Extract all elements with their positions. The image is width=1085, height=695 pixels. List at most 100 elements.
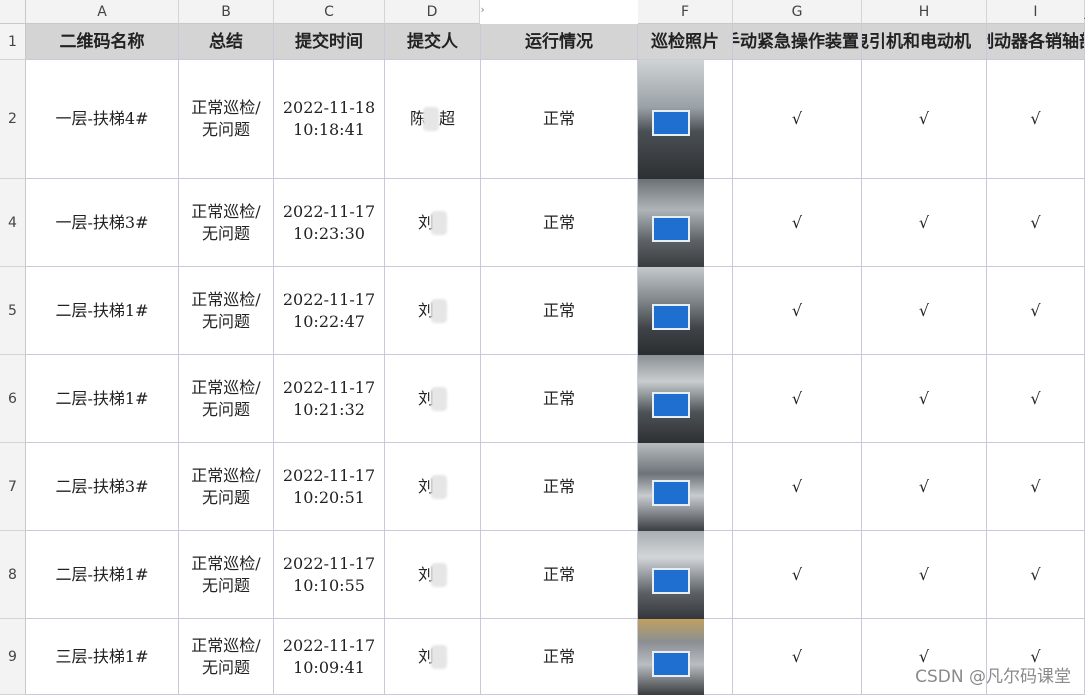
cell-check-traction[interactable]: √ xyxy=(862,179,987,267)
column-header-f[interactable]: F xyxy=(638,0,733,24)
cell-check-manual[interactable]: √ xyxy=(733,267,862,355)
cell-submit-time[interactable]: 2022-11-17 10:23:30 xyxy=(274,179,385,267)
cell-check-traction[interactable]: √ xyxy=(862,267,987,355)
cell-submit-time[interactable]: 2022-11-17 10:22:47 xyxy=(274,267,385,355)
row-header-4[interactable]: 4 xyxy=(0,179,26,267)
cell-check-brake[interactable]: √ xyxy=(987,355,1085,443)
cell-qr-name[interactable]: 三层-扶梯1# xyxy=(26,619,179,695)
inspection-photo[interactable] xyxy=(638,179,704,267)
cell-submitter[interactable]: 刘 xyxy=(385,355,481,443)
inspection-photo[interactable] xyxy=(638,60,704,179)
header-qr-name[interactable]: 二维码名称 xyxy=(26,24,179,60)
cell-check-brake[interactable]: √ xyxy=(987,443,1085,531)
row-header-5[interactable]: 5 xyxy=(0,267,26,355)
cell-check-manual[interactable]: √ xyxy=(733,619,862,695)
cell-summary[interactable]: 正常巡检/无问题 xyxy=(179,60,274,179)
redaction-blur xyxy=(431,644,447,669)
cell-check-manual[interactable]: √ xyxy=(733,179,862,267)
cell-check-traction[interactable]: √ xyxy=(862,443,987,531)
cell-summary[interactable]: 正常巡检/无问题 xyxy=(179,443,274,531)
cell-check-manual[interactable]: √ xyxy=(733,531,862,619)
inspection-photo[interactable] xyxy=(638,619,704,695)
cell-qr-name[interactable]: 一层-扶梯3# xyxy=(26,179,179,267)
qr-code-sign xyxy=(652,304,690,330)
row-header-8[interactable]: 8 xyxy=(0,531,26,619)
cell-qr-name[interactable]: 二层-扶梯3# xyxy=(26,443,179,531)
cell-photo-column xyxy=(704,619,733,695)
column-header-h[interactable]: H xyxy=(862,0,987,24)
column-header-d[interactable]: D xyxy=(385,0,480,24)
header-traction-motor[interactable]: 曳引机和电动机 xyxy=(862,24,987,60)
inspection-photo[interactable] xyxy=(638,355,704,443)
cell-check-traction[interactable]: √ xyxy=(862,531,987,619)
submit-time: 10:09:41 xyxy=(293,657,365,677)
cell-status[interactable]: 正常 xyxy=(481,531,638,619)
cell-summary[interactable]: 正常巡检/无问题 xyxy=(179,267,274,355)
row-header-1[interactable]: 1 xyxy=(0,24,26,60)
cell-status[interactable]: 正常 xyxy=(481,443,638,531)
cell-check-brake[interactable]: √ xyxy=(987,60,1085,179)
cell-check-manual[interactable]: √ xyxy=(733,443,862,531)
cell-check-manual[interactable]: √ xyxy=(733,355,862,443)
cell-submit-time[interactable]: 2022-11-18 10:18:41 xyxy=(274,60,385,179)
cell-submit-time[interactable]: 2022-11-17 10:10:55 xyxy=(274,531,385,619)
cell-check-traction[interactable]: √ xyxy=(862,60,987,179)
cell-photo-column xyxy=(704,267,733,355)
cell-status[interactable]: 正常 xyxy=(481,619,638,695)
cell-summary[interactable]: 正常巡检/无问题 xyxy=(179,179,274,267)
header-manual-emergency[interactable]: 手动紧急操作装置 xyxy=(733,24,862,60)
cell-submitter[interactable]: 刘 xyxy=(385,531,481,619)
submit-time: 10:21:32 xyxy=(293,399,365,419)
cell-status[interactable]: 正常 xyxy=(481,179,638,267)
cell-submitter[interactable]: 刘 xyxy=(385,179,481,267)
inspection-photo[interactable] xyxy=(638,267,704,355)
column-header-b[interactable]: B xyxy=(179,0,274,24)
cell-check-brake[interactable]: √ xyxy=(987,531,1085,619)
submit-time: 10:18:41 xyxy=(293,120,365,139)
cell-submit-time[interactable]: 2022-11-17 10:09:41 xyxy=(274,619,385,695)
inspection-photo[interactable] xyxy=(638,443,704,531)
cell-summary[interactable]: 正常巡检/无问题 xyxy=(179,531,274,619)
cell-check-brake[interactable]: √ xyxy=(987,179,1085,267)
cell-submitter[interactable]: 刘 xyxy=(385,267,481,355)
cell-check-traction[interactable]: √ xyxy=(862,355,987,443)
header-photo[interactable]: 巡检照片 xyxy=(638,24,733,60)
cell-photo-column xyxy=(704,443,733,531)
qr-code-sign xyxy=(652,110,690,136)
cell-qr-name[interactable]: 二层-扶梯1# xyxy=(26,267,179,355)
cell-submit-time[interactable]: 2022-11-17 10:20:51 xyxy=(274,443,385,531)
row-header-2[interactable]: 2 xyxy=(0,60,26,179)
cell-submitter[interactable]: 刘 xyxy=(385,619,481,695)
header-submitter[interactable]: 提交人 xyxy=(385,24,481,60)
row-header-7[interactable]: 7 xyxy=(0,443,26,531)
cell-qr-name[interactable]: 一层-扶梯4# xyxy=(26,60,179,179)
cell-status[interactable]: 正常 xyxy=(481,60,638,179)
column-header-c[interactable]: C xyxy=(274,0,385,24)
column-header-g[interactable]: G xyxy=(733,0,862,24)
cell-submit-time[interactable]: 2022-11-17 10:21:32 xyxy=(274,355,385,443)
select-all-corner[interactable] xyxy=(0,0,26,24)
row-header-9[interactable]: 9 xyxy=(0,619,26,695)
cell-photo-column xyxy=(704,355,733,443)
cell-status[interactable]: 正常 xyxy=(481,267,638,355)
row-header-6[interactable]: 6 xyxy=(0,355,26,443)
redaction-blur xyxy=(431,474,447,499)
cell-summary[interactable]: 正常巡检/无问题 xyxy=(179,355,274,443)
redaction-blur xyxy=(431,562,447,587)
cell-qr-name[interactable]: 二层-扶梯1# xyxy=(26,531,179,619)
header-brake-pins[interactable]: 制动器各销轴部 xyxy=(987,24,1085,60)
redaction-blur xyxy=(431,386,447,411)
header-summary[interactable]: 总结 xyxy=(179,24,274,60)
cell-check-manual[interactable]: √ xyxy=(733,60,862,179)
column-header-i[interactable]: I xyxy=(987,0,1085,24)
cell-status[interactable]: 正常 xyxy=(481,355,638,443)
cell-submitter[interactable]: 刘 xyxy=(385,443,481,531)
column-header-a[interactable]: A xyxy=(26,0,179,24)
inspection-photo[interactable] xyxy=(638,531,704,619)
header-submit-time[interactable]: 提交时间 xyxy=(274,24,385,60)
cell-qr-name[interactable]: 二层-扶梯1# xyxy=(26,355,179,443)
cell-check-brake[interactable]: √ xyxy=(987,267,1085,355)
cell-summary[interactable]: 正常巡检/无问题 xyxy=(179,619,274,695)
cell-submitter[interactable]: 陈超 xyxy=(385,60,481,179)
header-status[interactable]: 运行情况 xyxy=(481,24,638,60)
